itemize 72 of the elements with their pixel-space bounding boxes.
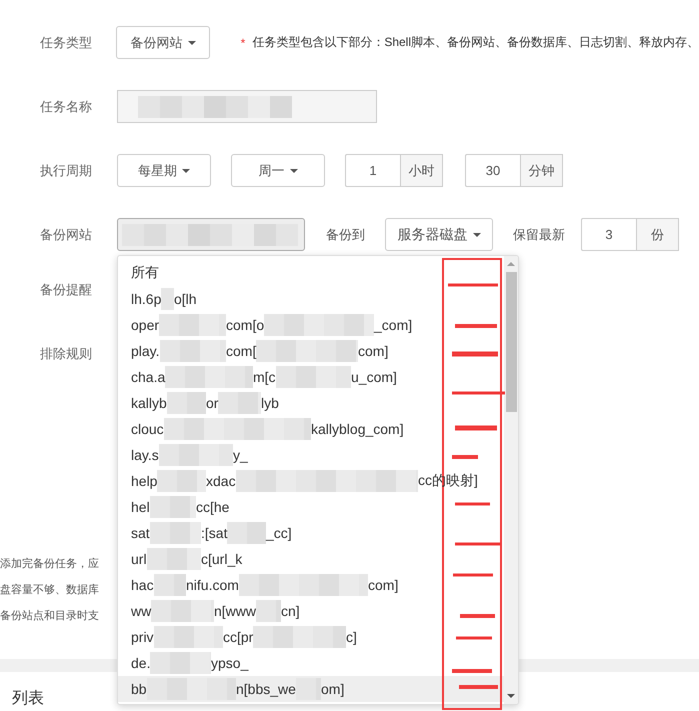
markup-line (455, 542, 500, 546)
unit-label: 份 (636, 218, 679, 251)
hint-text: 任务类型包含以下部分：Shell脚本、备份网站、备份数据库、日志切割、释放内存、 (252, 34, 699, 51)
markup-line (452, 392, 505, 394)
hint-text: 盘容量不够、数据库 (0, 582, 99, 597)
weekday-dropdown[interactable]: 周一 (231, 154, 325, 187)
dropdown-option[interactable]: hac nifu.com com] (118, 572, 504, 598)
period-dropdown[interactable]: 每星期 (117, 154, 211, 187)
markup-line (455, 426, 497, 430)
dropdown-option[interactable]: sat :[sat _cc] (118, 520, 504, 546)
markup-line (452, 352, 498, 356)
caret-icon (182, 168, 190, 172)
field-label: 任务名称 (40, 98, 93, 116)
redaction-mosaic (150, 522, 201, 544)
field-label: 排除规则 (40, 345, 92, 363)
redaction-mosaic (154, 626, 223, 648)
hint-text: 备份站点和目录时支 (0, 608, 99, 623)
hint-text: 添加完备份任务，应 (0, 556, 99, 571)
dropdown-option[interactable]: 所有 (118, 260, 504, 286)
markup-line (455, 324, 497, 328)
markup-line (453, 574, 493, 576)
redaction-mosaic (159, 314, 226, 336)
backup-target-dropdown[interactable]: 服务器磁盘 (385, 218, 493, 251)
field-label: 备份提醒 (40, 281, 92, 299)
caret-icon (290, 168, 298, 172)
redaction-mosaic (146, 548, 201, 570)
redaction-mosaic (151, 600, 214, 622)
task-type-dropdown[interactable]: 备份网站 (116, 26, 210, 59)
redaction-mosaic (166, 392, 206, 414)
redaction-mosaic (161, 288, 174, 310)
dropdown-option[interactable]: play. com[ com] (118, 338, 504, 364)
scrollbar[interactable] (504, 256, 518, 704)
dropdown-option[interactable]: ww n[www cn] (118, 598, 504, 624)
markup-line (452, 669, 492, 673)
dropdown-option[interactable]: kallyb or lyb (118, 390, 504, 416)
field-label: 备份网站 (40, 226, 93, 244)
field-label: 任务类型 (40, 34, 93, 52)
markup-line (456, 636, 492, 640)
dropdown-option[interactable]: oper com[o _com] (118, 312, 504, 338)
redaction-mosaic (150, 496, 196, 518)
field-label: 执行周期 (40, 162, 93, 180)
redaction-mosaic (218, 392, 261, 414)
redaction-mosaic (150, 652, 211, 674)
markup-line (459, 685, 498, 689)
dropdown-option[interactable]: cha.a m[c u_com] (118, 364, 504, 390)
task-name-field[interactable] (117, 90, 377, 123)
dropdown-option[interactable]: lay.s y_ (118, 442, 504, 468)
redaction-mosaic (227, 522, 266, 544)
markup-line (460, 614, 495, 618)
unit-label: 小时 (400, 154, 443, 187)
caret-icon (472, 232, 480, 236)
dropdown-option[interactable]: priv cc[pr c] (118, 624, 504, 650)
redaction-mosaic (256, 600, 281, 622)
redaction-mosaic (157, 470, 206, 492)
dropdown-option[interactable]: clouc kallyblog_com] (118, 416, 504, 442)
dropdown-option[interactable]: bb n[bbs_we om] (118, 676, 504, 702)
markup-line (455, 502, 490, 506)
section-title: 列表 (12, 688, 44, 709)
markup-line (452, 455, 478, 459)
dropdown-option[interactable]: url c[url_k (118, 546, 504, 572)
unit-label: 分钟 (520, 154, 563, 187)
field-label: 备份到 (326, 226, 365, 244)
dropdown-option[interactable]: de. ypso_ (118, 650, 504, 676)
dropdown-option[interactable]: lh.6p o[lh (118, 286, 504, 312)
caret-icon (188, 40, 196, 44)
redaction-mosaic (154, 574, 186, 596)
redaction-mosaic (160, 340, 226, 362)
site-select[interactable] (117, 218, 305, 251)
dropdown-option[interactable]: hel cc[he (118, 494, 504, 520)
field-label: 保留最新 (513, 226, 565, 244)
markup-line (448, 284, 498, 286)
required-mark: * (240, 36, 246, 50)
